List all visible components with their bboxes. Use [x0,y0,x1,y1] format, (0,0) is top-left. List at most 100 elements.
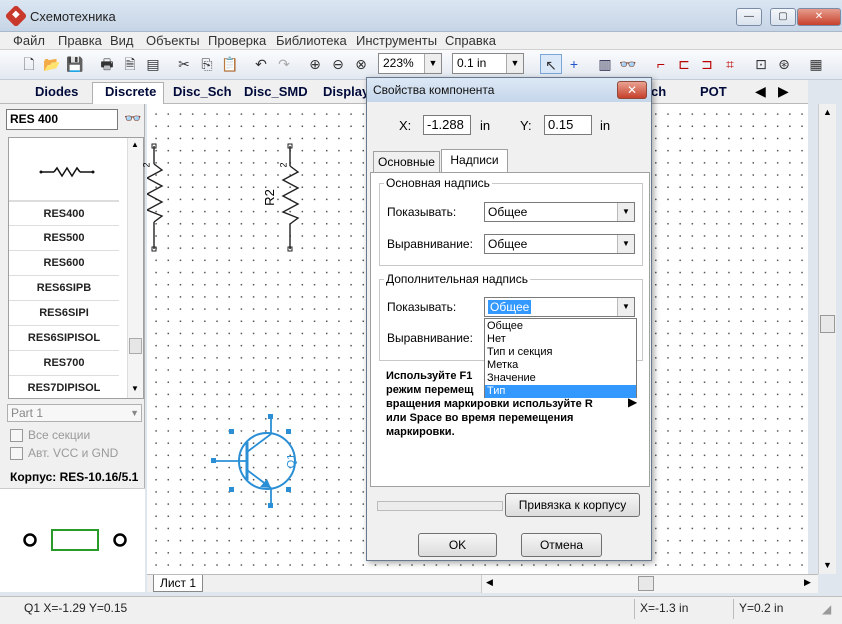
y-input[interactable]: 0.15 [544,115,592,135]
save-icon[interactable]: 💾 [64,54,86,74]
option-type-section[interactable]: Тип и секция [485,346,636,359]
chevron-down-icon: ▼ [617,298,634,316]
auto-vcc-checkbox[interactable] [10,447,23,460]
tab-main[interactable]: Основные [373,151,440,172]
crosshair-icon[interactable]: + [563,54,585,74]
list-item[interactable]: RES7DIPISOL [9,376,119,401]
bind-to-package-button[interactable]: Привязка к корпусу [505,493,640,517]
tab-display[interactable]: Display [323,84,369,99]
cut-icon[interactable]: ✂ [173,54,195,74]
extra-show-select[interactable]: Общее ▼ [484,297,635,317]
redo-icon[interactable]: ↷ [273,54,295,74]
net-label-icon[interactable]: ⌗ [719,54,741,74]
tab-scroll-left-icon[interactable]: ◀ [755,83,766,100]
select-arrow-icon[interactable]: ↖ [540,54,562,74]
find-component-icon[interactable]: 👓 [617,54,639,74]
list-item[interactable]: RES6SIPB [9,276,119,301]
resize-grip-icon[interactable]: ◢ [822,602,831,616]
part-search-input[interactable]: RES 400 [6,109,118,130]
sheet-tab[interactable]: Лист 1 [153,575,203,592]
menu-help[interactable]: Справка [445,33,496,48]
auto-vcc-label: Авт. VCC и GND [28,446,119,460]
open-folder-icon[interactable]: 📂 [41,54,63,74]
list-item[interactable]: RES6SIPI [9,301,119,326]
pin-icon[interactable]: ⊡ [750,54,772,74]
hint-text: Используйте F1 режим перемещ вращения ма… [386,369,626,439]
component-icon[interactable]: ▥ [594,54,616,74]
all-sections-checkbox[interactable] [10,429,23,442]
parts-scrollbar[interactable]: ▲ ▼ [127,138,143,398]
scroll-right-icon[interactable]: ▶ [804,577,811,588]
zoom-in-icon[interactable]: ⊕ [304,54,326,74]
status-bar: Q1 X=-1.29 Y=0.15 X=-1.3 in Y=0.2 in ◢ [0,596,842,624]
menu-objects[interactable]: Объекты [146,33,200,48]
menu-library[interactable]: Библиотека [276,33,347,48]
paste-icon[interactable]: 📋 [219,54,241,74]
list-item[interactable]: RES700 [9,351,119,376]
menu-file[interactable]: Файл [13,33,45,48]
scroll-left-icon[interactable]: ◀ [486,577,493,588]
toolbar: 🗋 📂 💾 🖶 🗎 ▤ ✂ ⎘ 📋 ↶ ↷ ⊕ ⊖ ⊗ 223% ▼ 0.1 in… [0,50,842,80]
list-item[interactable]: RES400 [9,201,119,226]
chevron-down-icon: ▼ [617,203,634,221]
tab-disc-smd[interactable]: Disc_SMD [244,84,308,99]
cancel-button[interactable]: Отмена [521,533,602,557]
list-item[interactable]: RES600 [9,251,119,276]
canvas-horizontal-scrollbar[interactable]: ◀ ▶ [481,575,818,593]
part-select[interactable]: Part 1 ▼ [7,404,142,422]
list-item[interactable]: RES500 [9,226,119,251]
r2-label[interactable]: R2 [262,189,277,206]
report-icon[interactable]: ▤ [142,54,164,74]
tab-inscriptions[interactable]: Надписи [441,149,508,172]
ok-button[interactable]: OK [418,533,497,557]
tab-ch[interactable]: ch [651,84,666,99]
tab-diodes[interactable]: Diodes [35,84,78,99]
list-item[interactable]: RES6SIPISOL [9,326,119,351]
minimize-button[interactable]: — [736,8,762,26]
dialog-close-button[interactable]: ✕ [617,81,647,99]
extra-align-label: Выравнивание: [387,331,473,345]
tab-pot[interactable]: POT [700,84,727,99]
menu-view[interactable]: Вид [110,33,134,48]
zoom-select[interactable]: 223% ▼ [378,53,442,74]
close-button[interactable]: ✕ [797,8,841,26]
menu-edit[interactable]: Правка [58,33,102,48]
print-icon[interactable]: 🖶 [96,54,118,74]
table-icon[interactable]: ▦ [805,54,827,74]
scroll-down-icon[interactable]: ▼ [131,384,139,393]
scroll-thumb[interactable] [129,338,142,354]
scroll-thumb[interactable] [638,576,654,591]
scroll-thumb[interactable] [820,315,835,333]
new-file-icon[interactable]: 🗋 [18,54,40,74]
tab-scroll-right-icon[interactable]: ▶ [778,83,789,100]
option-none[interactable]: Нет [485,333,636,346]
scroll-down-icon[interactable]: ▼ [823,560,832,570]
net-port-icon[interactable]: ⊐ [696,54,718,74]
bus-icon[interactable]: ⊏ [673,54,695,74]
grid-select[interactable]: 0.1 in ▼ [452,53,524,74]
canvas-vertical-scrollbar[interactable]: ▲ ▼ [818,104,836,574]
maximize-button[interactable]: ▢ [770,8,796,26]
menu-tools[interactable]: Инструменты [356,33,437,48]
zoom-out-icon[interactable]: ⊖ [327,54,349,74]
undo-icon[interactable]: ↶ [250,54,272,74]
tab-discrete[interactable]: Discrete [105,84,156,99]
main-align-select[interactable]: Общее ▼ [484,234,635,254]
print-preview-icon[interactable]: 🗎 [119,54,141,74]
x-unit: in [480,118,491,133]
scroll-up-icon[interactable]: ▲ [823,107,832,117]
menu-check[interactable]: Проверка [208,33,266,48]
binoculars-icon[interactable]: 👓 [124,110,141,127]
wire-icon[interactable]: ⌐ [650,54,672,74]
app-logo-letter: ◆ [12,9,20,20]
tab-disc-sch[interactable]: Disc_Sch [173,84,232,99]
progress-bar [377,501,503,511]
x-input[interactable]: -1.288 [423,115,471,135]
power-icon[interactable]: ⊛ [773,54,795,74]
option-general[interactable]: Общее [485,320,636,333]
q1-label[interactable]: Q1 [285,454,297,469]
copy-icon[interactable]: ⎘ [196,54,218,74]
zoom-fit-icon[interactable]: ⊗ [350,54,372,74]
scroll-up-icon[interactable]: ▲ [131,140,139,149]
main-show-select[interactable]: Общее ▼ [484,202,635,222]
